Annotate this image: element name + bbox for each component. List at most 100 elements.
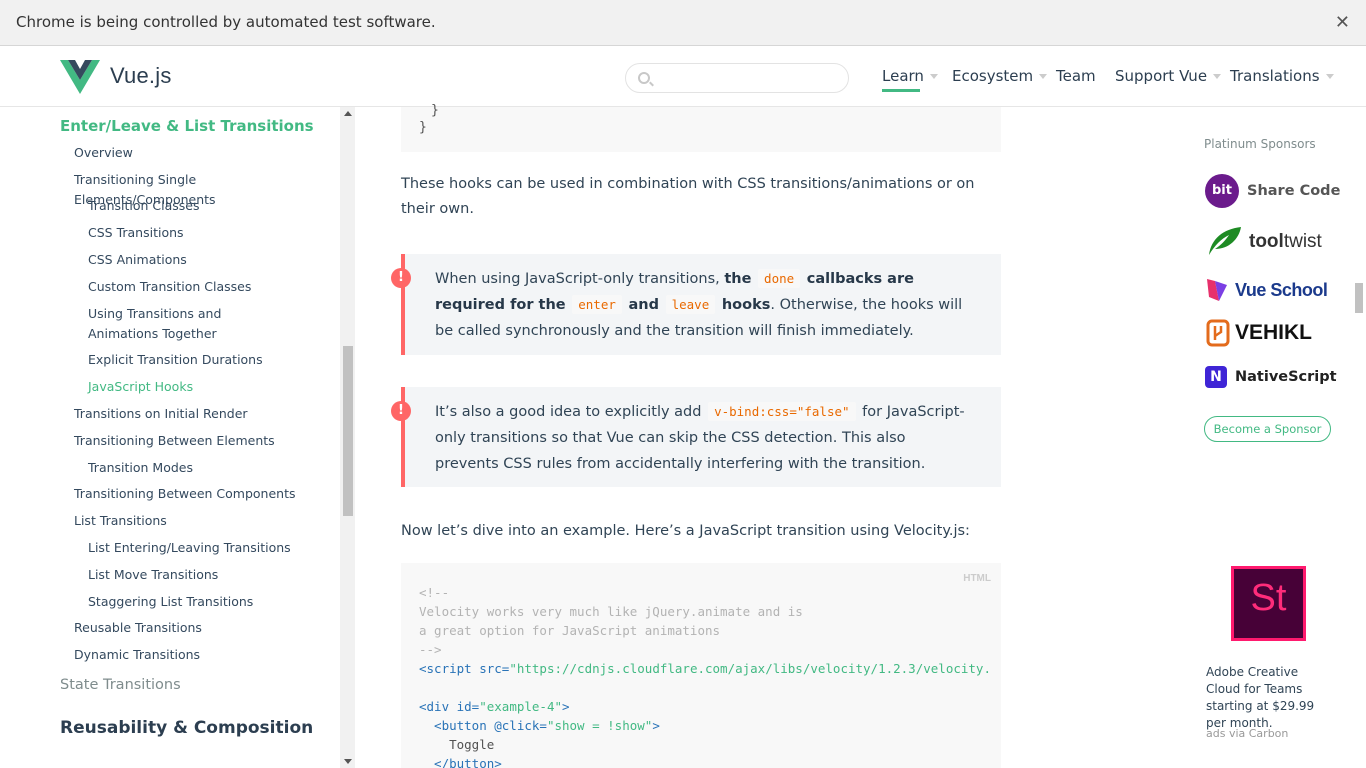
exclamation-icon: ! [391,268,411,288]
sidebar-section-title[interactable]: Enter/Leave & List Transitions [60,117,314,135]
sidebar-item-between-components[interactable]: Transitioning Between Components [74,484,334,504]
code-comment: --> [419,642,442,657]
inline-code-done: done [758,269,801,288]
code-comment: Velocity works very much like jQuery.ani… [419,604,803,619]
sidebar-item-overview[interactable]: Overview [74,143,334,163]
sponsor-vehikl[interactable]: VEHIKL [1205,318,1312,348]
sidebar-item-javascript-hooks[interactable]: JavaScript Hooks [88,377,328,397]
paragraph-example-intro: Now let’s dive into an example. Here’s a… [401,523,970,539]
become-sponsor-button[interactable]: Become a Sponsor [1204,416,1331,442]
tip-text: When using JavaScript-only transitions, [435,271,725,287]
code-tag: <script [419,661,472,676]
site-logo-text[interactable]: Vue.js [110,63,172,89]
sidebar-item-list-entering-leaving[interactable]: List Entering/Leaving Transitions [88,538,328,558]
code-block-top: } } [401,103,1001,152]
sidebar-item-list-move[interactable]: List Move Transitions [88,565,328,585]
tip-bold: and [628,297,660,313]
nav-support-vue[interactable]: Support Vue [1115,67,1222,85]
nav-learn[interactable]: Learn [882,67,938,92]
code-lines: <!-- Velocity works very much like jQuer… [419,583,991,768]
chevron-down-icon [1039,74,1048,79]
exclamation-icon: ! [391,401,411,421]
code-attr: @click= [486,718,547,733]
sponsor-tooltwist-text: tooltwist [1249,231,1322,253]
sponsor-tooltwist[interactable]: tooltwist [1205,225,1322,259]
sponsor-vue-school[interactable]: Vue School [1205,277,1328,303]
nav-learn-label: Learn [882,67,924,85]
sidebar-item-initial-render[interactable]: Transitions on Initial Render [74,404,334,424]
vue-school-logo-icon [1207,279,1227,301]
tooltwist-regular: twist [1283,231,1322,252]
code-tag: <div [419,699,450,714]
nav-support-label: Support Vue [1115,67,1208,85]
paragraph-hooks: These hooks can be used in combination w… [401,176,975,217]
vehikl-logo-icon [1206,319,1230,347]
tip-text: It’s also a good idea to explicitly add [435,404,707,420]
close-icon[interactable]: ✕ [1335,12,1350,33]
code-block-example: HTML <!-- Velocity works very much like … [401,563,1001,768]
code-string: "https://cdnjs.cloudflare.com/ajax/libs/… [509,661,991,676]
inline-code-leave: leave [665,295,716,314]
code-comment: a great option for JavaScript animations [419,623,721,638]
sidebar-item-reusable[interactable]: Reusable Transitions [74,618,334,638]
tooltwist-leaf-icon [1209,227,1241,255]
bit-logo-icon: bit [1205,174,1239,208]
infobar-message: Chrome is being controlled by automated … [16,13,436,31]
sidebar-item-dynamic[interactable]: Dynamic Transitions [74,645,334,665]
sidebar-item-between-elements[interactable]: Transitioning Between Elements [74,431,334,451]
code-comment: <!-- [419,585,450,600]
adobe-stock-logo: St [1250,577,1287,619]
inline-code-vbind-css: v-bind:css="false" [708,402,856,421]
sponsor-nativescript-text: NativeScript [1235,369,1337,385]
warning-tip: ! When using JavaScript-only transitions… [391,254,1001,355]
vue-logo-icon[interactable] [60,60,100,96]
sidebar-item-transition-modes[interactable]: Transition Modes [88,458,328,478]
scroll-up-arrow-icon[interactable] [344,111,352,116]
sidebar-state-transitions[interactable]: State Transitions [60,677,181,693]
code-line: } [431,103,439,118]
nav-translations-label: Translations [1230,67,1320,85]
scroll-down-arrow-icon[interactable] [344,759,352,764]
sponsor-bit[interactable]: bit Share Code [1205,174,1340,208]
sidebar-item-custom-classes[interactable]: Custom Transition Classes [88,277,328,297]
code-text: Toggle [419,737,495,752]
chevron-down-icon [1325,74,1334,79]
chevron-down-icon [929,74,938,79]
sidebar-item-list-transitions[interactable]: List Transitions [74,511,334,531]
sidebar-item-staggering[interactable]: Staggering List Transitions [88,592,328,612]
nav-ecosystem-label: Ecosystem [952,67,1034,85]
carbon-ad-image[interactable]: St [1231,566,1306,641]
sidebar-item-css-animations[interactable]: CSS Animations [88,250,328,270]
nav-translations[interactable]: Translations [1230,67,1334,85]
automation-infobar: Chrome is being controlled by automated … [0,0,1366,46]
tip-bold: hooks [721,297,771,313]
sidebar-item-transitions-animations-together[interactable]: Using Transitions and Animations Togethe… [88,304,288,344]
tooltwist-bold: tool [1249,231,1284,252]
code-string: "example-4" [479,699,563,714]
code-tag: > [652,718,660,733]
code-attr: src= [471,661,510,676]
search-box[interactable] [625,63,849,93]
carbon-ad-text[interactable]: Adobe Creative Cloud for Teams starting … [1206,664,1336,732]
site-header: Vue.js Learn Ecosystem Team Support Vue … [0,47,1366,107]
scrollbar-thumb[interactable] [343,346,353,516]
sidebar-item-transition-classes[interactable]: Transition Classes [88,196,328,216]
code-tag: </button> [419,756,502,768]
sidebar-reusability-heading[interactable]: Reusability & Composition [60,718,313,738]
code-attr: id= [449,699,480,714]
nav-ecosystem[interactable]: Ecosystem [952,67,1048,85]
nav-team[interactable]: Team [1056,67,1096,85]
sidebar-scrollbar[interactable] [340,107,355,768]
chevron-down-icon [1213,74,1222,79]
warning-tip: ! It’s also a good idea to explicitly ad… [391,387,1001,487]
sponsor-nativescript[interactable]: N NativeScript [1205,366,1337,388]
search-icon [638,72,650,84]
sidebar-item-css-transitions[interactable]: CSS Transitions [88,223,328,243]
page-scrollbar-thumb[interactable] [1355,283,1363,313]
search-input[interactable] [656,68,841,88]
sponsor-bit-text: Share Code [1247,183,1341,199]
code-tag: <button [419,718,487,733]
sidebar-item-explicit-durations[interactable]: Explicit Transition Durations [88,350,328,370]
platinum-sponsors-title: Platinum Sponsors [1204,137,1316,151]
carbon-ad-via[interactable]: ads via Carbon [1206,727,1288,740]
